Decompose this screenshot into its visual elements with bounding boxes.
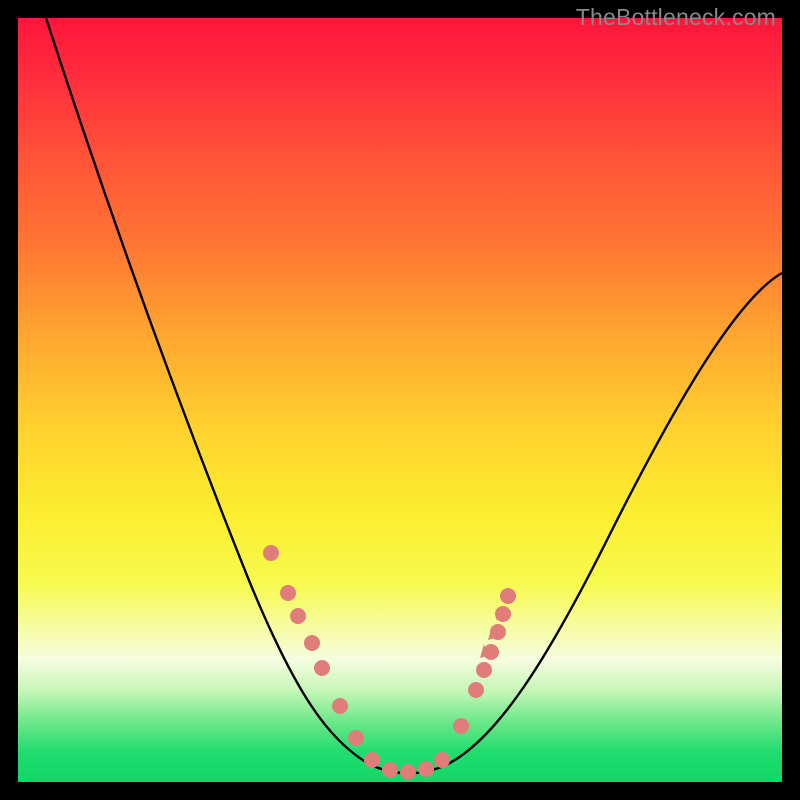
watermark-text: TheBottleneck.com <box>576 4 776 31</box>
chart-frame: TheBottleneck.com <box>0 0 800 800</box>
marker-group <box>263 545 516 780</box>
bottleneck-curve <box>18 18 782 782</box>
plot-area <box>18 18 782 782</box>
curve-path <box>46 18 782 773</box>
